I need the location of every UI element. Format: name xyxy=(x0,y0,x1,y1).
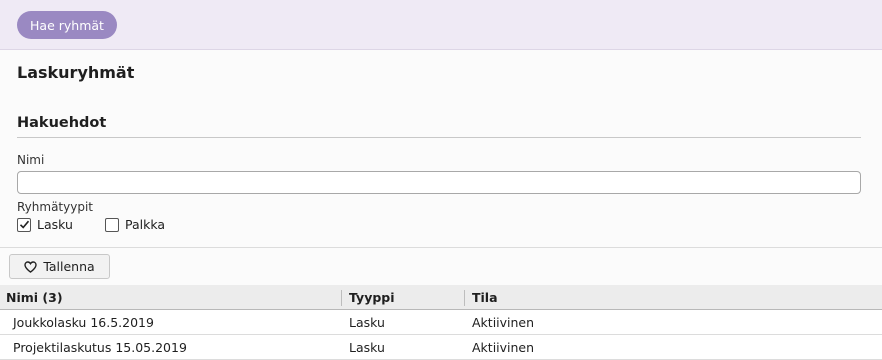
table-row[interactable]: Projektilaskutus 15.05.2019 Lasku Aktiiv… xyxy=(0,335,882,360)
checkbox-lasku-box[interactable] xyxy=(17,217,31,232)
table-row[interactable]: Joukkolasku 16.5.2019 Lasku Aktiivinen xyxy=(0,310,882,335)
column-resize-handle[interactable] xyxy=(464,290,465,306)
top-toolbar: Hae ryhmät xyxy=(0,0,882,50)
cell-status: Aktiivinen xyxy=(472,340,535,355)
search-section-title: Hakuehdot xyxy=(17,115,107,131)
section-divider xyxy=(17,137,861,138)
checkbox-lasku[interactable]: Lasku xyxy=(17,217,73,232)
page-title: Laskuryhmät xyxy=(17,63,135,82)
checkbox-palkka[interactable]: Palkka xyxy=(105,217,165,232)
heart-icon xyxy=(24,260,38,273)
table-header: Nimi (3) Tyyppi Tila xyxy=(0,285,882,310)
cell-type: Lasku xyxy=(349,315,385,330)
column-header-type[interactable]: Tyyppi xyxy=(349,285,395,309)
checkbox-palkka-box[interactable] xyxy=(105,217,119,232)
fetch-groups-button[interactable]: Hae ryhmät xyxy=(17,11,117,39)
name-field-label: Nimi xyxy=(17,153,45,167)
name-field[interactable] xyxy=(17,171,861,194)
save-button-label: Tallenna xyxy=(43,259,95,274)
column-header-name[interactable]: Nimi (3) xyxy=(6,285,63,309)
save-button[interactable]: Tallenna xyxy=(9,254,110,279)
cell-status: Aktiivinen xyxy=(472,315,535,330)
form-divider xyxy=(0,247,882,248)
column-header-status[interactable]: Tila xyxy=(472,285,498,309)
cell-name: Joukkolasku 16.5.2019 xyxy=(13,315,154,330)
checkmark-icon xyxy=(19,220,29,229)
column-resize-handle[interactable] xyxy=(341,290,342,306)
cell-type: Lasku xyxy=(349,340,385,355)
checkbox-palkka-label: Palkka xyxy=(125,217,166,232)
group-types-label: Ryhmätyypit xyxy=(17,200,93,214)
checkbox-lasku-label: Lasku xyxy=(37,217,73,232)
cell-name: Projektilaskutus 15.05.2019 xyxy=(13,340,187,355)
